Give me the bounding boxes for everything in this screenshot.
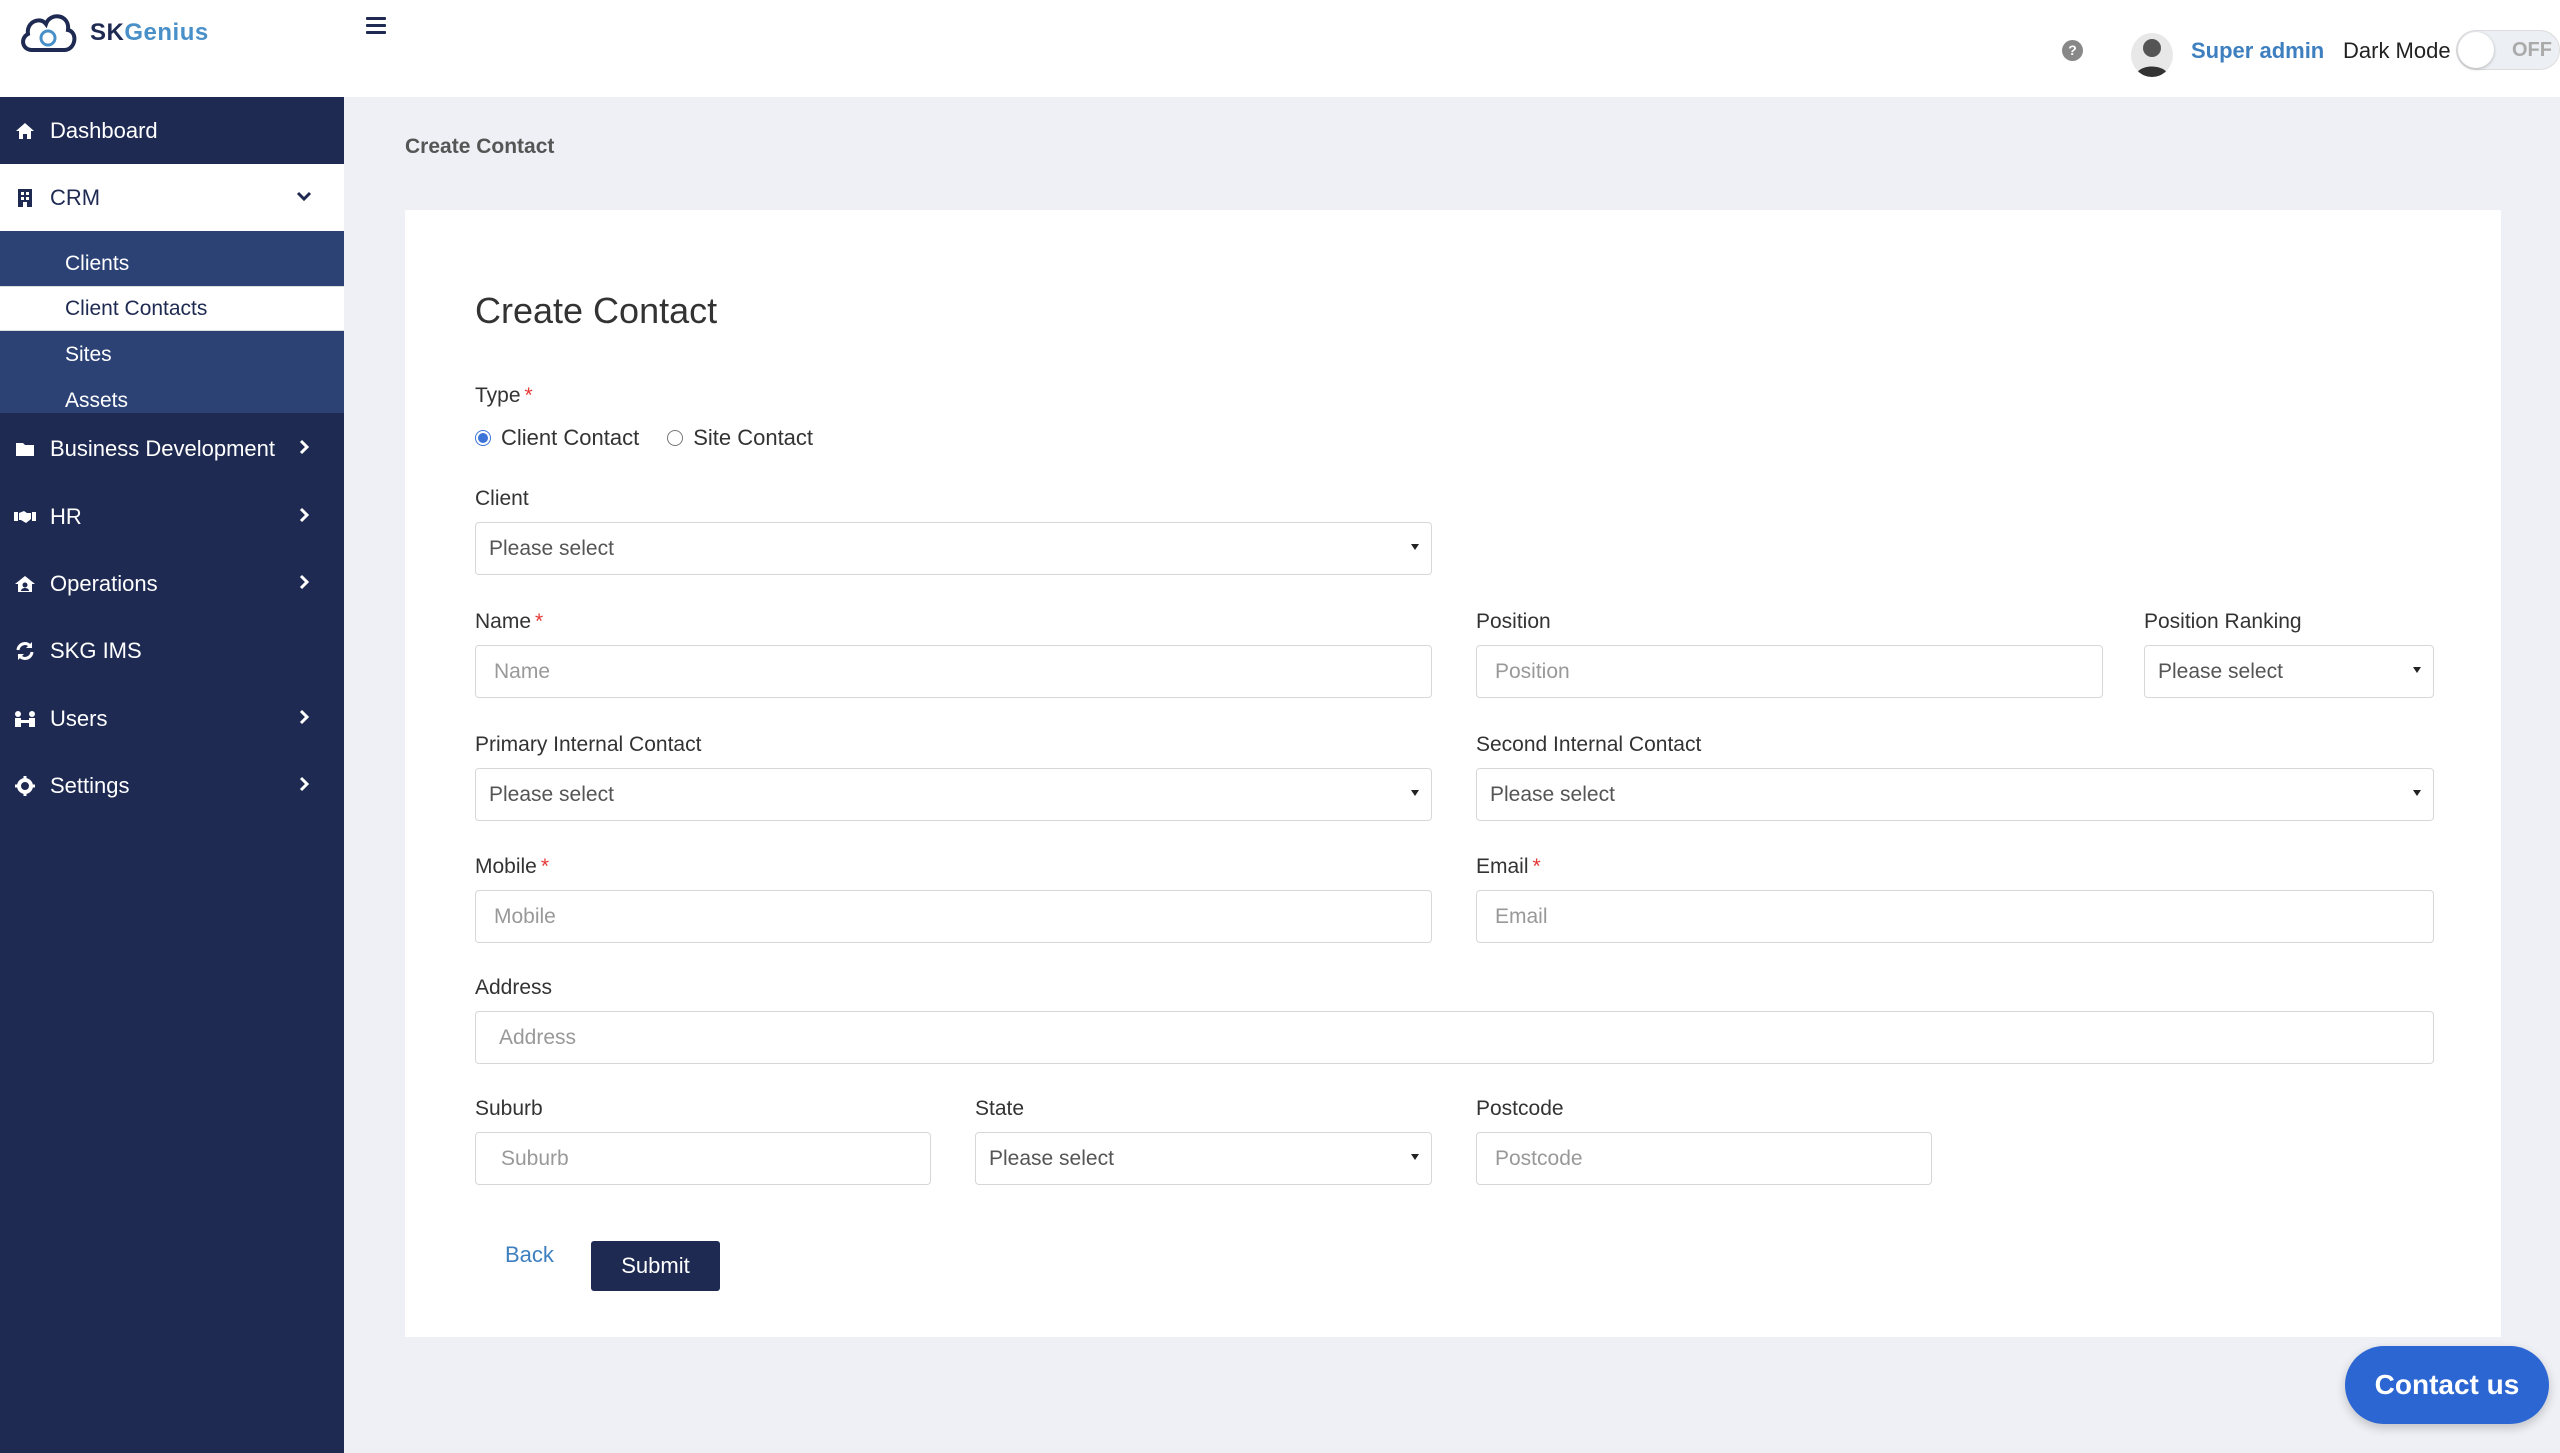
caret-down-icon [1411,1154,1419,1160]
sidebar-item-label: Users [50,705,108,731]
name-label: Name * [475,610,544,633]
primary-internal-contact-select[interactable]: Please select [475,768,1432,821]
submit-button[interactable]: Submit [591,1241,720,1291]
second-internal-contact-label: Second Internal Contact [1476,733,1702,756]
building-icon [0,188,50,208]
name-input[interactable]: Name [475,645,1432,698]
dark-mode-label: Dark Mode [2343,38,2451,63]
primary-internal-contact-label: Primary Internal Contact [475,733,702,756]
chevron-right-icon [299,776,310,792]
sidebar-item-label: Operations [50,570,158,596]
back-button[interactable]: Back [505,1242,554,1268]
users-icon [0,710,50,728]
sidebar-item-label: Business Development [50,435,276,461]
mobile-label: Mobile * [475,855,550,878]
sidebar-item-label: SKG IMS [50,637,142,663]
position-ranking-label: Position Ranking [2144,610,2302,633]
caret-down-icon [1411,544,1419,550]
client-contact-radio[interactable] [475,430,491,446]
postcode-label: Postcode [1476,1097,1564,1120]
caret-down-icon [2413,667,2421,673]
dark-mode-toggle[interactable]: OFF [2456,30,2560,70]
position-ranking-select[interactable]: Please select [2144,645,2434,698]
client-contact-radio-label[interactable]: Client Contact [501,425,639,451]
home-icon [0,122,50,140]
top-bar: SKGenius ? Super admin Dark Mode OFF [0,0,2560,97]
site-contact-radio-label[interactable]: Site Contact [693,425,813,451]
state-label: State [975,1097,1025,1120]
position-input[interactable]: Position [1476,645,2103,698]
email-input[interactable]: Email [1476,890,2434,943]
crm-submenu: Clients Client Contacts Sites Assets [0,231,344,413]
sidebar-item-skg-ims[interactable]: SKG IMS [0,617,344,684]
avatar[interactable] [2131,33,2173,77]
sidebar-item-label: Dashboard [50,117,158,143]
caret-down-icon [1411,790,1419,796]
gear-icon [0,775,50,796]
toggle-state-text: OFF [2512,39,2552,61]
logo-text: SKGenius [90,19,209,46]
chevron-right-icon [299,709,310,725]
handshake-icon [0,509,50,525]
page-title: Create Contact [475,290,718,331]
suburb-input[interactable]: Suburb [475,1132,931,1185]
client-select[interactable]: Please select [475,522,1432,575]
sidebar-item-hr[interactable]: HR [0,483,344,550]
submenu-item-clients[interactable]: Clients [0,241,344,286]
breadcrumb: Create Contact [405,135,555,158]
mobile-input[interactable]: Mobile [475,890,1432,943]
sidebar-item-settings[interactable]: Settings [0,752,344,819]
email-label: Email * [1476,855,1541,878]
folder-icon [0,441,50,457]
type-radio-group: Client Contact Site Contact [475,425,841,451]
form-card: Create Contact Type * Client Contact Site… [405,210,2501,1337]
chevron-right-icon [299,574,310,590]
postcode-input[interactable]: Postcode [1476,1132,1932,1185]
sidebar-item-label: CRM [50,184,101,210]
house-user-icon [0,575,50,593]
client-label: Client [475,487,529,510]
sidebar-item-operations[interactable]: Operations [0,550,344,617]
suburb-label: Suburb [475,1097,543,1120]
menu-toggle-icon[interactable] [366,17,386,35]
chevron-right-icon [299,439,310,455]
type-label: Type * [475,384,533,407]
sidebar-item-business-development[interactable]: Business Development [0,415,344,482]
help-icon[interactable]: ? [2062,40,2083,61]
sidebar: Dashboard CRM Clients Client Contacts Si… [0,97,344,1453]
second-internal-contact-select[interactable]: Please select [1476,768,2434,821]
sidebar-item-users[interactable]: Users [0,685,344,752]
sidebar-item-label: Settings [50,772,130,798]
address-input[interactable]: Address [475,1011,2434,1064]
contact-us-button[interactable]: Contact us [2345,1346,2549,1424]
cloud-logo-icon [21,14,77,52]
site-contact-radio[interactable] [667,430,684,446]
submenu-item-sites[interactable]: Sites [0,332,344,377]
sidebar-item-dashboard[interactable]: Dashboard [0,97,344,164]
sync-icon [0,641,50,661]
submenu-item-client-contacts[interactable]: Client Contacts [0,286,344,331]
app-logo[interactable]: SKGenius [18,8,209,58]
sidebar-item-crm[interactable]: CRM [0,164,344,231]
state-select[interactable]: Please select [975,1132,1432,1185]
caret-down-icon [2413,790,2421,796]
chevron-right-icon [299,507,310,523]
chevron-down-icon [296,191,312,202]
sidebar-item-label: HR [50,503,82,529]
position-label: Position [1476,610,1551,633]
username-link[interactable]: Super admin [2191,38,2324,64]
toggle-knob [2458,32,2494,68]
address-label: Address [475,976,553,999]
